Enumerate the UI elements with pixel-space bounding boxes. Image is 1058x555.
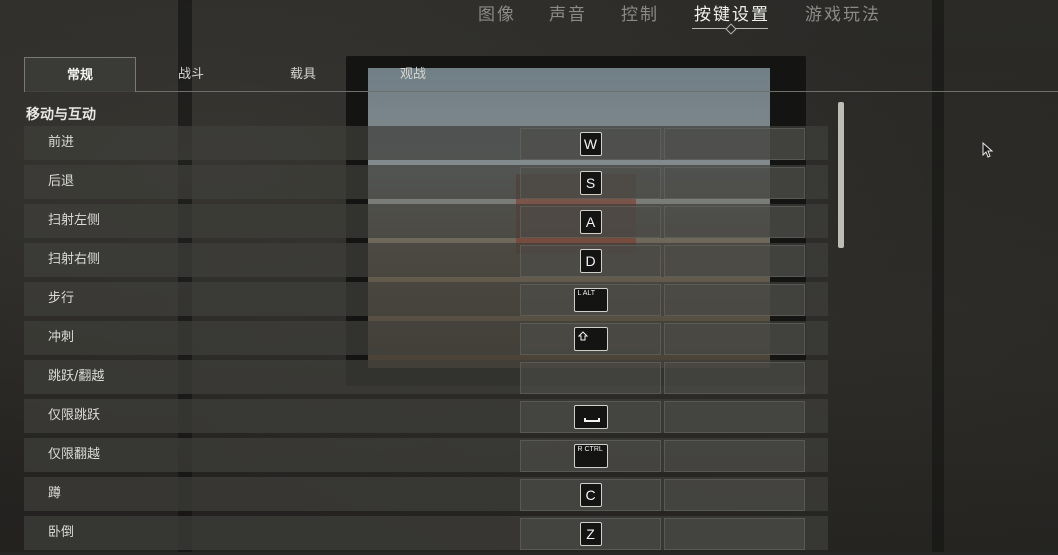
shift-icon xyxy=(577,331,588,341)
key-cap: R CTRL xyxy=(573,444,608,468)
primary-key-slot[interactable]: D xyxy=(520,245,661,277)
secondary-key-slot[interactable] xyxy=(664,362,805,394)
primary-key-slot[interactable]: A xyxy=(520,206,661,238)
nav-tab-graphics[interactable]: 图像 xyxy=(478,4,516,26)
action-label: 扫射左侧 xyxy=(48,213,101,228)
primary-key-slot[interactable]: Z xyxy=(520,518,661,550)
key-cap: C xyxy=(579,483,602,507)
secondary-key-slot[interactable] xyxy=(664,479,805,511)
section-title: 移动与互动 xyxy=(26,107,96,123)
keybinding-row: 卧倒 Z xyxy=(24,516,828,550)
action-label: 后退 xyxy=(48,174,75,189)
primary-key-slot[interactable]: W xyxy=(520,128,661,160)
primary-key-slot[interactable]: S xyxy=(520,167,661,199)
keybinding-row: 跳跃/翻越 xyxy=(24,360,828,394)
keybinding-row: 冲刺 xyxy=(24,321,828,355)
primary-key-slot[interactable] xyxy=(520,362,661,394)
action-label: 扫射右侧 xyxy=(48,252,101,267)
subtab-general[interactable]: 常规 xyxy=(24,57,136,92)
keybinding-row: 扫射右侧 D xyxy=(24,243,828,277)
primary-key-slot[interactable] xyxy=(520,401,661,433)
key-cap xyxy=(573,327,608,351)
mouse-cursor-icon xyxy=(982,142,994,158)
subtab-vehicle[interactable]: 载具 xyxy=(248,57,358,90)
key-cap: Z xyxy=(579,522,602,546)
spacebar-icon xyxy=(583,418,600,422)
keybinding-row: 蹲 C xyxy=(24,477,828,511)
keybinding-row: 前进 W xyxy=(24,126,828,160)
key-cap: A xyxy=(579,210,602,234)
secondary-key-slot[interactable] xyxy=(664,323,805,355)
secondary-key-slot[interactable] xyxy=(664,518,805,550)
secondary-key-slot[interactable] xyxy=(664,128,805,160)
key-cap: W xyxy=(579,132,602,156)
secondary-key-slot[interactable] xyxy=(664,245,805,277)
key-cap xyxy=(573,405,608,429)
key-cap: D xyxy=(579,249,602,273)
nav-tab-keybindings[interactable]: 按键设置 xyxy=(694,4,770,26)
keybinding-row: 仅限跳跃 xyxy=(24,399,828,433)
secondary-key-slot[interactable] xyxy=(664,440,805,472)
top-nav: 图像 声音 控制 按键设置 游戏玩法 xyxy=(468,4,1058,35)
key-cap: S xyxy=(579,171,602,195)
secondary-key-slot[interactable] xyxy=(664,167,805,199)
scrollbar-thumb[interactable] xyxy=(838,102,844,248)
keybinding-row: 仅限翻越 R CTRL xyxy=(24,438,828,472)
nav-tab-sound[interactable]: 声音 xyxy=(549,4,587,26)
key-cap: L ALT xyxy=(573,288,608,312)
keybinding-list: 前进 W 后退 S 扫射左侧 A 扫射右侧 D 步行 L ALT 冲刺 跳跃/翻… xyxy=(24,126,828,555)
nav-tab-gameplay[interactable]: 游戏玩法 xyxy=(805,4,881,26)
secondary-key-slot[interactable] xyxy=(664,206,805,238)
keybinding-row: 扫射左侧 A xyxy=(24,204,828,238)
subtab-spectate[interactable]: 观战 xyxy=(358,57,468,90)
action-label: 卧倒 xyxy=(48,525,75,540)
action-label: 仅限跳跃 xyxy=(48,408,101,423)
action-label: 前进 xyxy=(48,135,75,150)
secondary-key-slot[interactable] xyxy=(664,401,805,433)
action-label: 仅限翻越 xyxy=(48,447,101,462)
secondary-key-slot[interactable] xyxy=(664,284,805,316)
primary-key-slot[interactable]: L ALT xyxy=(520,284,661,316)
primary-key-slot[interactable]: R CTRL xyxy=(520,440,661,472)
action-label: 蹲 xyxy=(48,486,62,501)
subtab-combat[interactable]: 战斗 xyxy=(136,57,246,90)
action-label: 冲刺 xyxy=(48,330,75,345)
sub-tab-bar: 常规 战斗 载具 观战 xyxy=(24,57,1058,92)
nav-tab-control[interactable]: 控制 xyxy=(621,4,659,26)
action-label: 跳跃/翻越 xyxy=(48,369,105,384)
action-label: 步行 xyxy=(48,291,75,306)
keybinding-row: 后退 S xyxy=(24,165,828,199)
primary-key-slot[interactable] xyxy=(520,323,661,355)
primary-key-slot[interactable]: C xyxy=(520,479,661,511)
keybinding-row: 步行 L ALT xyxy=(24,282,828,316)
